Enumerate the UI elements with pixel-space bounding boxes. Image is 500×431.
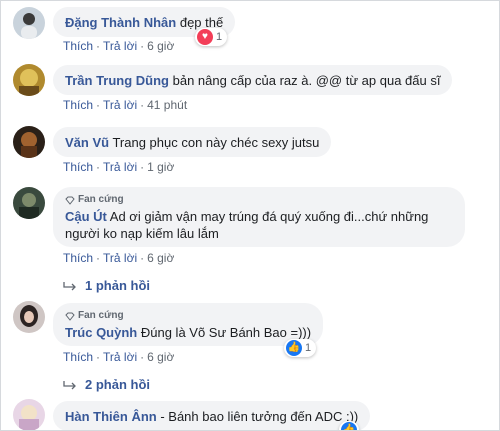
reply-link[interactable]: Trả lời [103, 160, 137, 174]
diamond-icon [65, 196, 75, 205]
avatar[interactable] [13, 399, 45, 430]
comment-bubble: Hàn Thiên Ânn - Bánh bao liên tưởng đến … [53, 401, 371, 430]
timestamp[interactable]: 1 giờ [147, 160, 174, 174]
reaction-count[interactable]: 👍 1 [284, 339, 317, 357]
comment-text: - Bánh bao liên tưởng đến ADC :)) [160, 409, 359, 424]
avatar[interactable] [13, 64, 45, 96]
comment-text: Đúng là Võ Sư Bánh Bao =))) [140, 325, 312, 340]
fan-badge: Fan cứng [65, 310, 311, 322]
avatar[interactable] [13, 301, 45, 333]
reaction-number: 1 [216, 31, 223, 43]
avatar[interactable] [13, 126, 45, 158]
avatar[interactable] [13, 187, 45, 219]
comment-author[interactable]: Đặng Thành Nhân [65, 15, 176, 30]
badge-label: Fan cứng [78, 310, 124, 321]
reaction-number: 1 [305, 342, 312, 354]
view-replies-link[interactable]: 2 phản hồi [63, 377, 150, 392]
timestamp[interactable]: 6 giờ [147, 39, 174, 53]
timestamp[interactable]: 6 giờ [147, 350, 174, 364]
replies-count: 2 phản hồi [85, 377, 150, 392]
comment-bubble: Fan cứng Trúc Quỳnh Đúng là Võ Sư Bánh B… [53, 303, 324, 346]
avatar[interactable] [13, 7, 45, 39]
comment-actions: Thích · Trả lời · 6 giờ [63, 251, 175, 265]
comment-author[interactable]: Trúc Quỳnh [65, 325, 137, 340]
view-replies-link[interactable]: 1 phản hồi [63, 278, 150, 293]
fan-badge: Fan cứng [65, 194, 453, 206]
replies-count: 1 phản hồi [85, 278, 150, 293]
reaction-count[interactable]: ♥ 1 [195, 28, 228, 46]
like-link[interactable]: Thích [63, 251, 93, 265]
comment-text-continued: người ko nạp kiếm lâu lắm [65, 226, 219, 241]
heart-icon: ♥ [197, 29, 213, 45]
comment-bubble: Văn Vũ Trang phục con này chéc sexy juts… [53, 127, 332, 157]
like-link[interactable]: Thích [63, 160, 93, 174]
comment-author[interactable]: Văn Vũ [65, 135, 109, 150]
like-link[interactable]: Thích [63, 39, 93, 53]
comment-author[interactable]: Cậu Út [65, 209, 107, 224]
comment-author[interactable]: Hàn Thiên Ânn [65, 409, 157, 424]
reply-link[interactable]: Trả lời [103, 98, 137, 112]
comment-bubble: Fan cứng Cậu Út Ad ơi giảm vận may trúng… [53, 187, 465, 247]
comment-actions: Thích · Trả lời · 6 giờ [63, 39, 175, 53]
reply-link[interactable]: Trả lời [103, 350, 137, 364]
like-link[interactable]: Thích [63, 98, 93, 112]
comment-text: Trang phục con này chéc sexy jutsu [112, 135, 320, 150]
reply-link[interactable]: Trả lời [103, 39, 137, 53]
comment-text: Ad ơi giảm vận may trúng đá quý xuống đi… [109, 209, 429, 224]
comment-bubble: Trần Trung Dũng bản nâng cấp của raz à. … [53, 65, 453, 95]
badge-label: Fan cứng [78, 194, 124, 205]
comment-text: bản nâng cấp của raz à. @@ từ ap qua đấu… [172, 73, 441, 88]
like-link[interactable]: Thích [63, 350, 93, 364]
reaction-count[interactable]: 👍 [339, 421, 359, 430]
thumbs-up-icon: 👍 [341, 422, 357, 430]
timestamp[interactable]: 41 phút [147, 98, 187, 112]
diamond-icon [65, 312, 75, 321]
comment-section: Đặng Thành Nhân đẹp thế ♥ 1 Thích · Trả lờ… [0, 0, 500, 431]
timestamp[interactable]: 6 giờ [147, 251, 174, 265]
comment-author[interactable]: Trần Trung Dũng [65, 73, 169, 88]
thumbs-up-icon: 👍 [286, 340, 302, 356]
reply-arrow-icon [63, 281, 76, 290]
comment-actions: Thích · Trả lời · 6 giờ [63, 350, 175, 364]
reply-link[interactable]: Trả lời [103, 251, 137, 265]
comment-actions: Thích · Trả lời · 1 giờ [63, 160, 175, 174]
reply-arrow-icon [63, 380, 76, 389]
comment-actions: Thích · Trả lời · 41 phút [63, 98, 188, 112]
